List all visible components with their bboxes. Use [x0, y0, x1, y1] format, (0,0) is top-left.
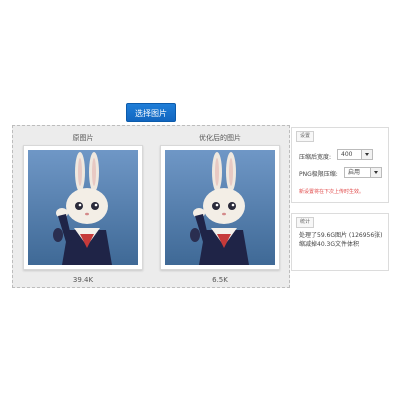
png-compress-select[interactable]: 启用	[344, 167, 382, 178]
select-image-button[interactable]: 选择图片	[126, 103, 176, 122]
settings-hint: 新设置将在下次上传时生效。	[299, 189, 365, 195]
original-image-frame	[23, 145, 143, 270]
width-label: 压缩后宽度:	[299, 154, 332, 161]
settings-tag: 设置	[296, 131, 315, 142]
original-image	[28, 150, 138, 265]
width-value: 400	[341, 151, 353, 158]
stats-text: 处理了59.6G图片 (126956张) 缩减掉40.3G文件体积	[299, 232, 383, 248]
optimized-size: 6.5K	[212, 276, 228, 284]
png-compress-label: PNG极限压缩:	[299, 171, 338, 178]
settings-panel: 设置 压缩后宽度: 400 PNG极限压缩: 启用 新设置将在下次上传时生效。	[291, 127, 389, 203]
stats-tag: 统计	[296, 217, 315, 228]
chevron-down-icon	[361, 150, 372, 159]
original-title: 原图片	[72, 134, 94, 142]
image-compare-area[interactable]: 原图片 39.4K 优化后的图片 6.5K	[12, 125, 290, 288]
png-compress-value: 启用	[348, 169, 361, 176]
stats-panel: 统计 处理了59.6G图片 (126956张) 缩减掉40.3G文件体积	[291, 213, 389, 271]
width-select[interactable]: 400	[337, 149, 373, 160]
chevron-down-icon	[370, 168, 381, 177]
optimized-title: 优化后的图片	[199, 134, 241, 142]
optimized-image-frame	[160, 145, 280, 270]
original-size: 39.4K	[72, 276, 94, 284]
optimized-image	[165, 150, 275, 265]
